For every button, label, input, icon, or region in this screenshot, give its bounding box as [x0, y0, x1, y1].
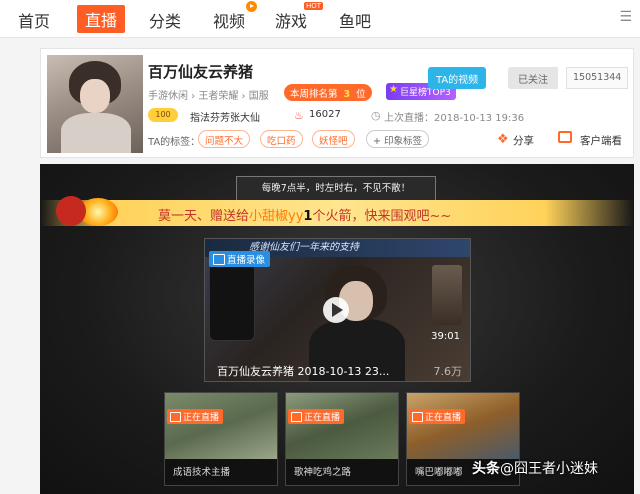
thumb-scene — [407, 393, 519, 459]
watermark-handle: @囧王者小迷妹 — [500, 461, 598, 477]
last-live: 上次直播：2018-10-13 19:36 — [384, 109, 524, 124]
replay-duration: 39:01 — [431, 331, 460, 342]
rocket-msg-post: 个火箭，快来围观吧~~ — [312, 209, 452, 224]
nav-fishbar[interactable]: 鱼吧 — [339, 8, 371, 32]
rank-number: 3 — [343, 89, 351, 100]
last-live-time: 2018-10-13 19:36 — [434, 113, 525, 124]
rank-unit: 位 — [356, 89, 366, 100]
nav-video[interactable]: 视频 — [213, 1, 258, 32]
player-area: 每晚7点半，时左时右，不见不散！ 莫一天、赠送给小甜椒yy1个火箭，快来围观吧~… — [40, 164, 634, 494]
lamp-shape — [432, 265, 462, 325]
clock-icon: ◷ — [371, 109, 381, 122]
recommend-name: 成语技术主播 — [165, 459, 277, 485]
tags-label: TA的标签： — [148, 137, 201, 148]
owner-name[interactable]: 指法芬芳张大仙 — [190, 109, 260, 124]
hot-badge: HOT — [303, 2, 324, 10]
recommend-card[interactable]: 正在直播 歌神吃鸡之路 — [285, 392, 399, 486]
ta-video-button[interactable]: TA的视频 — [428, 67, 487, 89]
rocket-msg-pre: 莫一天、赠送给 — [158, 209, 250, 224]
avatar[interactable] — [47, 55, 143, 153]
thumb-scene — [165, 393, 277, 459]
rocket-body — [56, 196, 86, 226]
play-icon[interactable] — [323, 297, 349, 323]
nav-game[interactable]: 游戏 HOT — [275, 2, 324, 32]
tag-item[interactable]: 妖怪吧 — [312, 130, 355, 148]
rank-label: 本周排名第 — [290, 89, 338, 100]
flame-icon: ♨ — [294, 109, 304, 122]
live-badge: 正在直播 — [409, 409, 466, 424]
last-live-label: 上次直播： — [384, 113, 434, 124]
rocket-msg-target: 小甜椒yy — [249, 209, 304, 224]
share-icon[interactable]: ❖ — [497, 132, 509, 147]
top-nav: 首页 直播 分类 视频 游戏 HOT 鱼吧 ☰ — [0, 0, 640, 38]
breadcrumb[interactable]: 手游休闲 › 王者荣耀 › 国服 — [148, 87, 269, 102]
play-icon — [246, 1, 258, 12]
nav-live[interactable]: 直播 — [77, 5, 126, 33]
client-watch-button[interactable]: 客户端看 — [580, 133, 622, 148]
room-header: 百万仙友云养猪 手游休闲 › 王者荣耀 › 国服 本周排名第3位 巨星榜TOP3… — [40, 48, 634, 158]
live-badge: 正在直播 — [288, 409, 345, 424]
replay-views: 7.6万 — [433, 365, 463, 378]
level-badge-icon: 100 — [148, 108, 178, 122]
replay-badge: 直播录像 — [209, 251, 271, 267]
replay-card[interactable]: 感谢仙友们一年来的支持 直播录像 39:01 百万仙友云养猪 2018-10-1… — [204, 238, 471, 382]
avatar-body — [61, 113, 131, 153]
watermark: 头条@囧王者小迷妹 — [472, 458, 598, 478]
nav-game-label: 游戏 — [275, 12, 308, 31]
heat-count: 16027 — [309, 109, 341, 120]
nav-video-label: 视频 — [213, 12, 246, 31]
brand-logo-icon: ☰ — [619, 9, 632, 25]
rocket-icon — [54, 192, 124, 232]
thumb-scene — [286, 393, 398, 459]
tag-item[interactable]: 吃口药 — [260, 130, 303, 148]
watermark-brand: 头条 — [472, 461, 500, 477]
schedule-banner: 每晚7点半，时左时右，不见不散！ — [236, 176, 436, 202]
nav-home[interactable]: 首页 — [18, 8, 50, 32]
nav-category[interactable]: 分类 — [149, 8, 181, 32]
recommend-name: 歌神吃鸡之路 — [286, 459, 398, 485]
weekly-rank-badge[interactable]: 本周排名第 3 位 — [284, 84, 372, 101]
follow-count: 15051344 — [566, 67, 629, 89]
add-tag-button[interactable]: + 印象标签 — [366, 130, 429, 148]
avatar-face — [80, 79, 110, 113]
follow-button[interactable]: 已关注 — [508, 67, 558, 89]
share-button[interactable]: 分享 — [513, 133, 534, 148]
live-badge: 正在直播 — [167, 409, 224, 424]
room-title: 百万仙友云养猪 — [148, 63, 254, 81]
recommend-card[interactable]: 正在直播 成语技术主播 — [164, 392, 278, 486]
monitor-icon[interactable] — [558, 131, 572, 143]
tag-item[interactable]: 问题不大 — [198, 130, 251, 148]
phone-shape — [209, 263, 255, 341]
rocket-message: 莫一天、赠送给小甜椒yy1个火箭，快来围观吧~~ — [158, 205, 451, 224]
replay-title[interactable]: 百万仙友云养猪 2018-10-13 23... — [217, 363, 389, 379]
recommend-list: 正在直播 成语技术主播 正在直播 歌神吃鸡之路 正在直播 嘴巴嘟嘟嘟 — [164, 392, 520, 486]
